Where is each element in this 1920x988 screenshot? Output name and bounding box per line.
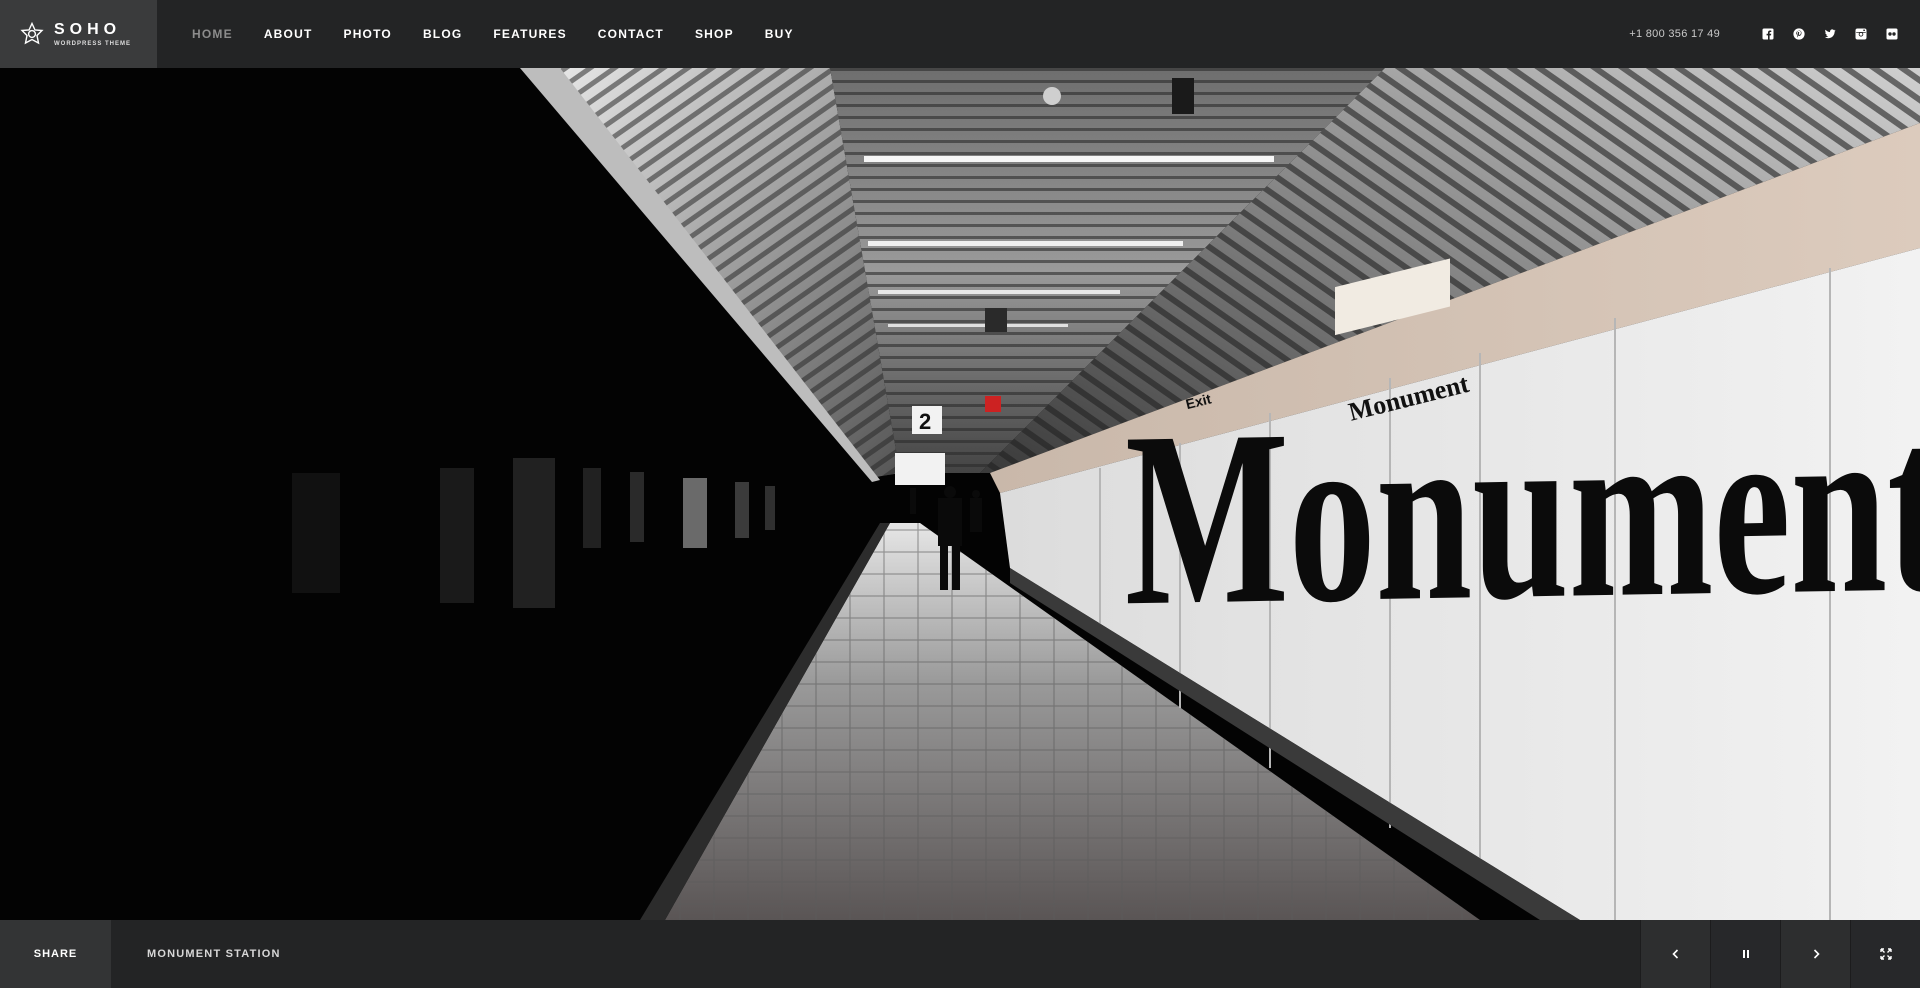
twitter-icon[interactable] bbox=[1824, 28, 1836, 40]
logo-subtitle: WORDPRESS THEME bbox=[54, 40, 132, 47]
next-slide-button[interactable] bbox=[1780, 920, 1850, 988]
phone-number: +1 800 356 17 49 bbox=[1629, 28, 1720, 40]
slider-controls bbox=[1640, 920, 1920, 988]
logo-icon bbox=[20, 22, 44, 45]
logo-title: SOHO bbox=[54, 20, 122, 38]
facebook-icon[interactable] bbox=[1762, 28, 1774, 40]
nav-item-about[interactable]: ABOUT bbox=[264, 27, 313, 41]
main-menu: HOME ABOUT PHOTO BLOG FEATURES CONTACT S… bbox=[192, 0, 825, 68]
share-button[interactable]: SHARE bbox=[0, 920, 111, 988]
platform-number-sign: 2 bbox=[919, 409, 931, 434]
nav-item-contact[interactable]: CONTACT bbox=[598, 27, 664, 41]
social-links bbox=[1762, 0, 1898, 68]
pause-slide-button[interactable] bbox=[1710, 920, 1780, 988]
flickr-icon[interactable] bbox=[1886, 28, 1898, 40]
logo-text: SOHO WORDPRESS THEME bbox=[54, 20, 132, 47]
nav-item-shop[interactable]: SHOP bbox=[695, 27, 734, 41]
instagram-icon[interactable] bbox=[1855, 28, 1867, 40]
nav-item-buy[interactable]: BUY bbox=[765, 27, 794, 41]
next-arrow-icon bbox=[1813, 949, 1820, 959]
top-navigation-bar: SOHO WORDPRESS THEME HOME ABOUT PHOTO BL… bbox=[0, 0, 1920, 68]
pause-icon bbox=[1742, 950, 1749, 958]
fullscreen-icon bbox=[1879, 948, 1892, 960]
nav-item-features[interactable]: FEATURES bbox=[493, 27, 566, 41]
prev-slide-button[interactable] bbox=[1640, 920, 1710, 988]
slider-caption-bar: SHARE MONUMENT STATION bbox=[0, 920, 1920, 988]
wall-monument-lettering: Monument bbox=[1125, 367, 1920, 658]
hero-slider: Monument Exit 2 Monument bbox=[0, 68, 1920, 920]
slide-caption: MONUMENT STATION bbox=[147, 948, 281, 960]
pinterest-icon[interactable] bbox=[1793, 28, 1805, 40]
nav-item-photo[interactable]: PHOTO bbox=[343, 27, 391, 41]
fullscreen-button[interactable] bbox=[1850, 920, 1920, 988]
prev-arrow-icon bbox=[1671, 949, 1678, 959]
nav-item-blog[interactable]: BLOG bbox=[423, 27, 462, 41]
hero-photo: Monument Exit 2 Monument bbox=[0, 68, 1920, 920]
site-logo[interactable]: SOHO WORDPRESS THEME bbox=[0, 0, 157, 68]
nav-item-home[interactable]: HOME bbox=[192, 27, 233, 41]
